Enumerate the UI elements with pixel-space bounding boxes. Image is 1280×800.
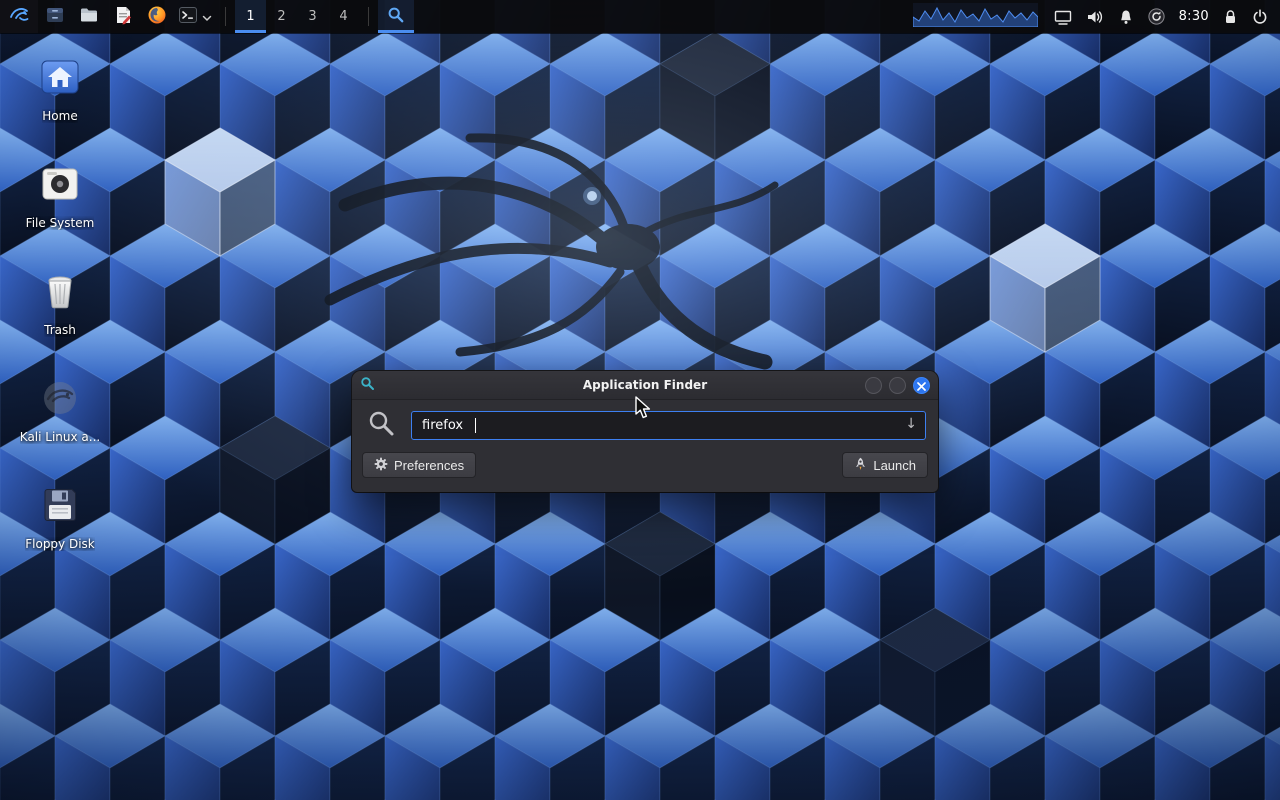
terminal-icon	[178, 5, 198, 29]
power-icon[interactable]	[1252, 9, 1268, 25]
mouse-cursor	[634, 396, 654, 423]
taskbar-item-application-finder[interactable]	[378, 0, 414, 33]
firefox-icon	[147, 5, 167, 29]
desktop-icon-file-system[interactable]: File System	[12, 163, 108, 230]
top-panel: 1 2 3 4	[0, 0, 1280, 33]
text-caret	[475, 418, 476, 433]
desktop-icon-label: Trash	[44, 323, 76, 337]
display-icon[interactable]	[1054, 9, 1072, 25]
launcher-text-editor[interactable]	[106, 0, 140, 33]
trash-icon	[39, 270, 81, 316]
window-title: Application Finder	[352, 378, 938, 392]
panel-separator	[225, 7, 226, 26]
system-tray: 8:30	[1054, 0, 1280, 33]
desktop-icon-home[interactable]: Home	[12, 56, 108, 123]
launcher-file-manager[interactable]	[38, 0, 72, 33]
close-button[interactable]	[913, 377, 930, 394]
close-icon	[917, 376, 926, 395]
window-icon	[360, 376, 375, 395]
launcher-documents[interactable]	[72, 0, 106, 33]
desktop-icon-floppy-disk[interactable]: Floppy Disk	[12, 484, 108, 551]
file-manager-icon	[45, 5, 65, 29]
workspace-label: 1	[246, 9, 254, 24]
launch-button[interactable]: Launch	[842, 452, 928, 478]
volume-icon[interactable]	[1086, 9, 1104, 25]
updates-icon[interactable]	[1148, 8, 1165, 25]
application-finder-icon	[387, 6, 405, 28]
search-field-wrap: ↓	[411, 411, 926, 440]
desktop-icon-label: Floppy Disk	[25, 537, 95, 551]
cpu-graph[interactable]	[913, 3, 1038, 31]
lock-icon[interactable]	[1223, 9, 1238, 25]
button-row: Preferences Launch	[352, 445, 938, 488]
launcher-firefox[interactable]	[140, 0, 174, 33]
workspace-label: 3	[308, 9, 316, 24]
workspace-label: 4	[339, 9, 347, 24]
application-finder-window: Application Finder	[352, 371, 938, 492]
desktop-icon-kali-linux[interactable]: Kali Linux a...	[12, 377, 108, 444]
workspace-3[interactable]: 3	[297, 0, 328, 33]
launch-rocket-icon	[854, 457, 867, 474]
preferences-button[interactable]: Preferences	[362, 452, 476, 478]
maximize-button[interactable]	[889, 377, 906, 394]
workspace-1[interactable]: 1	[235, 0, 266, 33]
search-icon	[368, 410, 395, 441]
floppy-disk-icon	[39, 484, 81, 530]
chevron-down-icon[interactable]	[202, 7, 212, 26]
launcher-terminal[interactable]	[174, 5, 202, 29]
panel-spacer	[414, 0, 913, 33]
kali-linux-icon	[39, 377, 81, 423]
workspace-2[interactable]: 2	[266, 0, 297, 33]
minimize-button[interactable]	[865, 377, 882, 394]
home-icon	[39, 56, 81, 102]
preferences-label: Preferences	[394, 458, 464, 473]
panel-separator	[368, 7, 369, 26]
workspace-4[interactable]: 4	[328, 0, 359, 33]
launch-label: Launch	[873, 458, 916, 473]
desktop-icon-label: Kali Linux a...	[20, 430, 100, 444]
file-system-icon	[39, 163, 81, 209]
search-input[interactable]	[411, 411, 926, 440]
gear-icon	[374, 457, 388, 474]
notifications-bell-icon[interactable]	[1118, 9, 1134, 25]
window-controls	[865, 377, 930, 394]
desktop-icon-label: Home	[42, 109, 77, 123]
desktop: 1 2 3 4	[0, 0, 1280, 800]
desktop-icon-trash[interactable]: Trash	[12, 270, 108, 337]
kali-menu-icon	[8, 4, 30, 30]
folder-icon	[79, 5, 99, 29]
workspace-label: 2	[277, 9, 285, 24]
applications-menu-button[interactable]	[0, 0, 38, 33]
text-editor-icon	[113, 5, 133, 29]
desktop-icon-label: File System	[26, 216, 95, 230]
clock[interactable]: 8:30	[1179, 9, 1209, 24]
